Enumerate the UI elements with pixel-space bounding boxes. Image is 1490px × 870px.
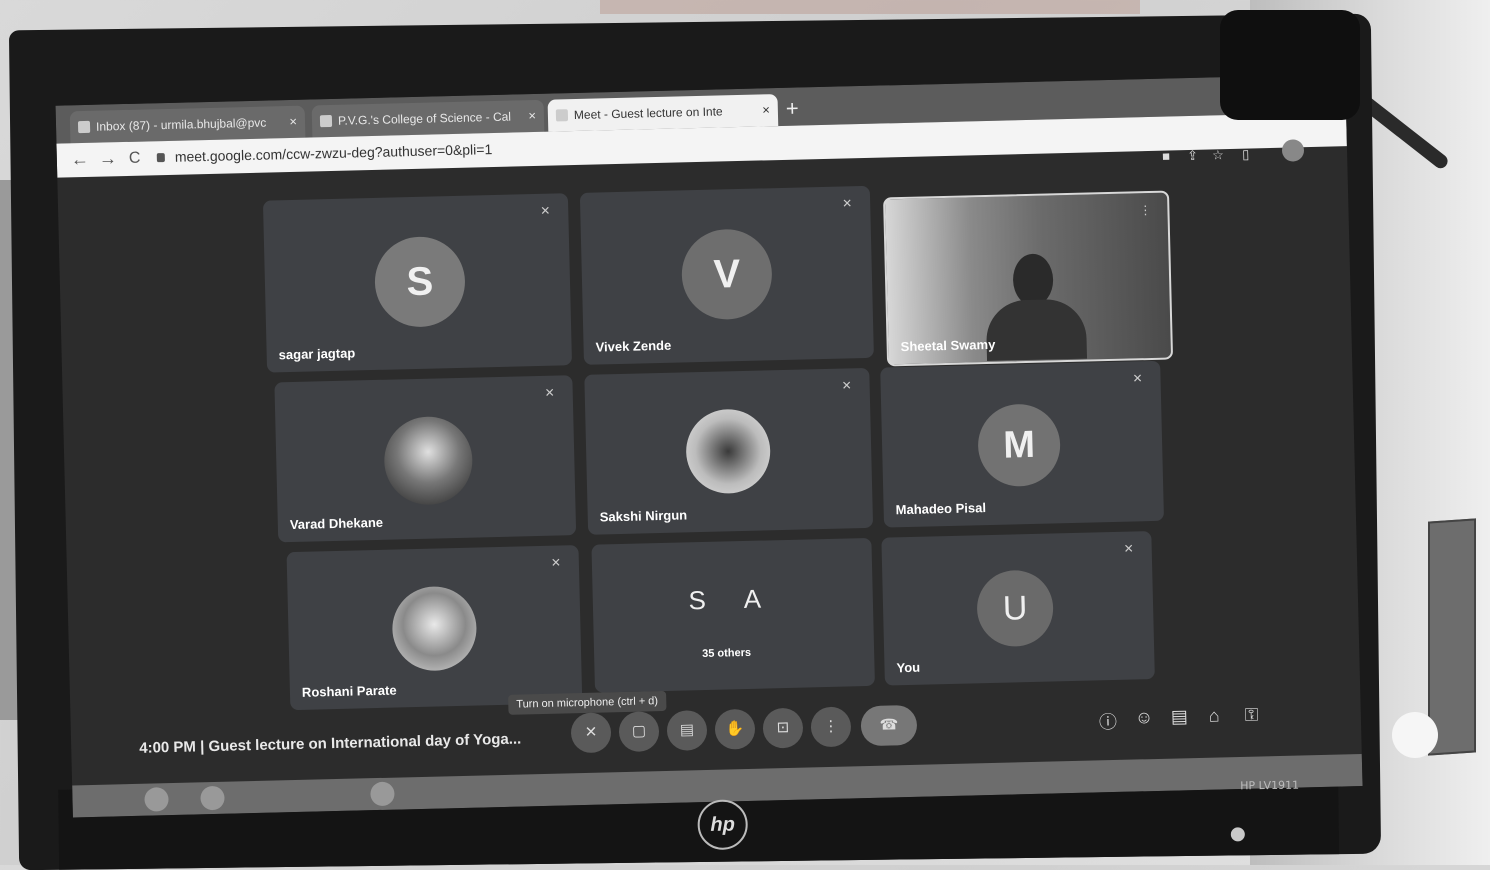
forward-button[interactable]: → bbox=[99, 148, 118, 169]
participant-avatar: S bbox=[373, 235, 467, 328]
camera-toggle-button[interactable]: ▢ bbox=[618, 711, 660, 753]
leave-call-button[interactable]: ☎ bbox=[860, 704, 918, 747]
power-button[interactable] bbox=[1230, 827, 1245, 842]
mic-off-icon: ✕ bbox=[841, 196, 853, 211]
star-icon[interactable]: ☆ bbox=[1212, 147, 1224, 163]
participant-photo bbox=[685, 408, 772, 495]
mic-toggle-button[interactable]: ✕ bbox=[570, 712, 612, 754]
tab-label: P.V.G.'s College of Science - Cal bbox=[337, 109, 512, 128]
webcam bbox=[1220, 10, 1360, 120]
participant-photo bbox=[383, 415, 474, 506]
chrome-icon[interactable] bbox=[370, 781, 395, 807]
participant-photo bbox=[391, 585, 478, 672]
present-button[interactable]: ⊡ bbox=[762, 707, 804, 749]
mic-off-icon: ✕ bbox=[841, 378, 852, 393]
calendar-icon bbox=[319, 114, 333, 128]
close-icon[interactable]: × bbox=[528, 100, 536, 132]
monitor-screen: Inbox (87) - urmila.bhujbal@pvc × P.V.G.… bbox=[55, 74, 1363, 818]
participant-name: Varad Dhekane bbox=[289, 514, 384, 533]
people-icon[interactable]: ☺ bbox=[1135, 707, 1154, 728]
participant-tile[interactable]: V ✕ Vivek Zende bbox=[579, 185, 874, 365]
participant-video-tile[interactable]: ⋮ Sheetal Swamy bbox=[883, 190, 1174, 367]
browser-icon[interactable] bbox=[200, 785, 225, 811]
close-icon[interactable]: × bbox=[762, 94, 770, 126]
sidebar-icon[interactable]: ▯ bbox=[1242, 147, 1250, 163]
floating-button[interactable] bbox=[1392, 712, 1438, 758]
others-count: 35 others bbox=[701, 646, 752, 661]
close-icon[interactable]: × bbox=[289, 106, 297, 138]
meeting-separator: | bbox=[199, 738, 205, 756]
book-spine bbox=[1428, 518, 1476, 756]
back-button[interactable]: ← bbox=[71, 149, 90, 170]
host-controls-icon[interactable]: ⚿ bbox=[1245, 704, 1259, 725]
mic-off-icon: ✕ bbox=[1123, 541, 1134, 556]
profile-avatar[interactable] bbox=[1281, 139, 1305, 162]
meeting-info: 4:00 PM | Guest lecture on International… bbox=[139, 731, 521, 757]
participant-name: Vivek Zende bbox=[595, 337, 672, 355]
monitor-model: HP LV1911 bbox=[1240, 778, 1300, 793]
chat-icon[interactable]: ▤ bbox=[1171, 706, 1189, 727]
mic-off-icon: ✕ bbox=[1132, 371, 1143, 386]
reload-button[interactable]: C bbox=[129, 150, 141, 168]
share-icon[interactable]: ⇪ bbox=[1187, 148, 1198, 164]
self-name: You bbox=[896, 659, 921, 676]
others-tile[interactable]: S A 35 others bbox=[591, 537, 875, 693]
participant-name: Mahadeo Pisal bbox=[895, 500, 987, 518]
participant-name: Sheetal Swamy bbox=[900, 336, 996, 355]
background-strip bbox=[600, 0, 1140, 14]
mic-off-icon: ✕ bbox=[550, 555, 562, 570]
tab-label: Inbox (87) - urmila.bhujbal@pvc bbox=[95, 115, 267, 134]
participant-video-head bbox=[1012, 253, 1054, 307]
info-icon[interactable]: ⓘ bbox=[1099, 708, 1118, 734]
mic-off-icon: ✕ bbox=[544, 385, 555, 400]
participant-tile[interactable]: ✕ Sakshi Nirgun bbox=[584, 367, 874, 535]
participant-tile[interactable]: ✕ Varad Dhekane bbox=[274, 375, 577, 543]
participant-name: Roshani Parate bbox=[301, 682, 397, 700]
participant-tile[interactable]: ✕ Roshani Parate bbox=[286, 545, 583, 711]
participant-tile[interactable]: M ✕ Mahadeo Pisal bbox=[880, 360, 1165, 528]
captions-button[interactable]: ▤ bbox=[666, 709, 708, 751]
activities-icon[interactable]: ⌂ bbox=[1209, 705, 1220, 726]
meeting-time: 4:00 PM bbox=[139, 738, 197, 757]
gmail-icon bbox=[77, 120, 91, 134]
participant-avatar: V bbox=[680, 228, 773, 321]
self-avatar: U bbox=[976, 569, 1055, 648]
url-field[interactable]: meet.google.com/ccw-zwzu-deg?authuser=0&… bbox=[175, 141, 493, 165]
monitor-bezel: Inbox (87) - urmila.bhujbal@pvc × P.V.G.… bbox=[8, 13, 1382, 870]
tab-label: Meet - Guest lecture on Inte bbox=[573, 104, 723, 123]
speaking-icon: ⋮ bbox=[1139, 202, 1152, 218]
self-tile[interactable]: U ✕ You bbox=[881, 531, 1155, 686]
participant-avatar: M bbox=[977, 403, 1062, 488]
camera-icon[interactable]: ■ bbox=[1162, 148, 1170, 163]
meeting-title: Guest lecture on International day of Yo… bbox=[208, 730, 522, 756]
participant-tile[interactable]: S ✕ sagar jagtap bbox=[262, 193, 573, 373]
others-initials: S A bbox=[688, 583, 778, 616]
meet-icon bbox=[555, 109, 569, 122]
more-options-button[interactable]: ⋮ bbox=[810, 706, 852, 748]
mic-off-icon: ✕ bbox=[540, 203, 551, 218]
lock-icon bbox=[156, 153, 165, 163]
participant-video-body bbox=[985, 298, 1088, 362]
raise-hand-button[interactable]: ✋ bbox=[714, 708, 756, 750]
new-tab-button[interactable]: + bbox=[786, 96, 799, 122]
participant-name: sagar jagtap bbox=[278, 345, 356, 363]
start-icon[interactable] bbox=[144, 787, 169, 812]
participant-name: Sakshi Nirgun bbox=[599, 507, 688, 525]
